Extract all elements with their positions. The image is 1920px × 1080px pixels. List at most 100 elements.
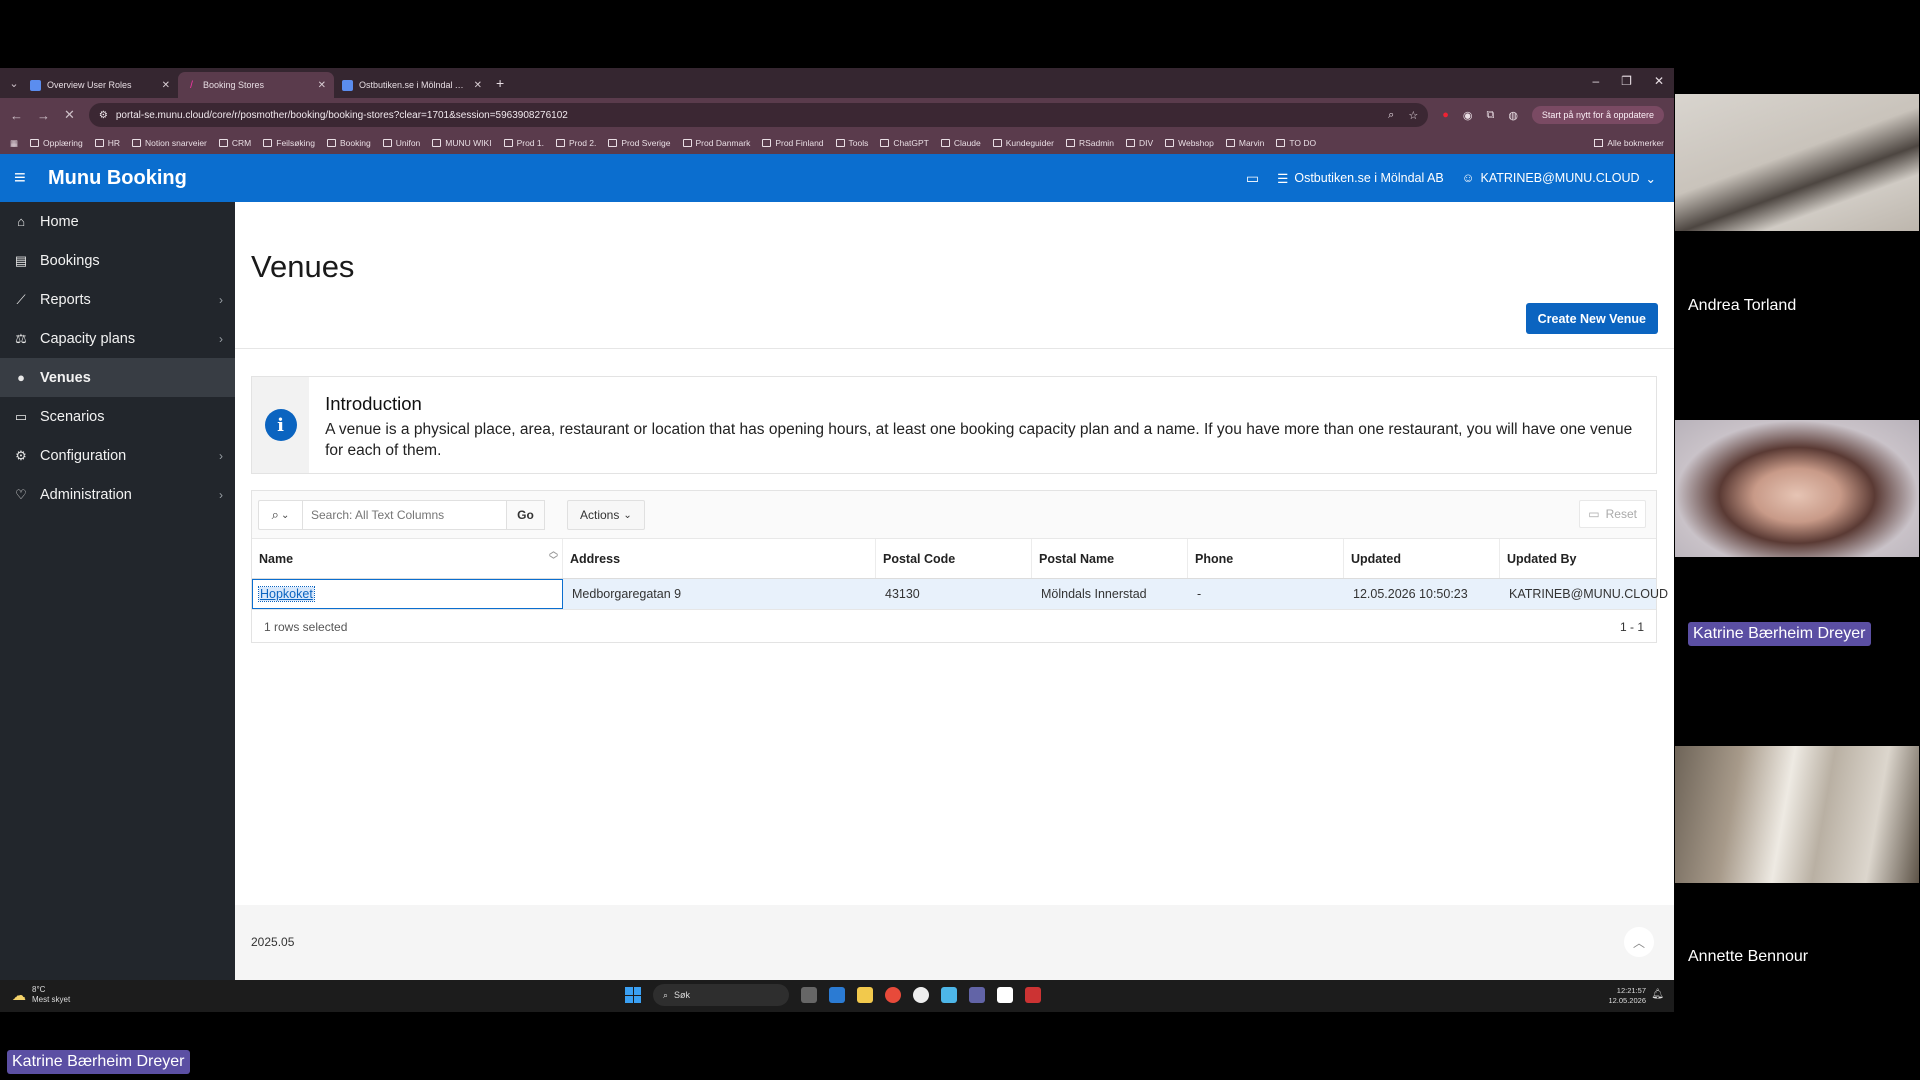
teams-icon[interactable] — [969, 987, 985, 1003]
chevron-down-icon: ⌄ — [623, 509, 632, 521]
close-tab-icon[interactable]: ✕ — [162, 80, 170, 91]
chat-icon[interactable]: ▭ — [1246, 170, 1259, 187]
back-icon[interactable]: ← — [10, 108, 23, 123]
tab-favicon-icon — [342, 79, 353, 91]
bookmark[interactable]: Prod Finland — [762, 138, 824, 148]
taskbar-clock[interactable]: 12:21:57 12.05.2026 — [1608, 986, 1646, 1006]
sidebar-item-capacity-plans[interactable]: ⚖ Capacity plans › — [0, 319, 235, 358]
actions-button[interactable]: Actions ⌄ — [567, 500, 645, 530]
bookmark[interactable]: ChatGPT — [880, 138, 929, 148]
bookmark[interactable]: Tools — [835, 138, 868, 148]
venue-name-link[interactable]: Hopkoket — [258, 586, 315, 602]
close-tab-icon[interactable]: ✕ — [318, 80, 326, 91]
url-field[interactable]: ⚙ portal-se.munu.cloud/core/r/posmother/… — [88, 103, 1429, 127]
sidebar-item-reports[interactable]: ⟋ Reports › — [0, 280, 235, 319]
reset-button[interactable]: ▭ Reset — [1579, 500, 1646, 528]
bookmark[interactable]: Marvin — [1225, 138, 1264, 148]
column-header-postal-code[interactable]: Postal Code — [876, 539, 1032, 578]
new-tab-icon[interactable]: + — [496, 75, 504, 91]
app-title[interactable]: Munu Booking — [48, 167, 187, 190]
bookmark[interactable]: Unifon — [382, 138, 420, 148]
task-view-icon[interactable] — [801, 987, 817, 1003]
browser-tab[interactable]: Ostbutiken.se i Mölndal AB Bo... ✕ — [334, 72, 490, 98]
go-button[interactable]: Go — [507, 500, 545, 530]
column-header-postal-name[interactable]: Postal Name — [1032, 539, 1188, 578]
org-selector[interactable]: ☰ Ostbutiken.se i Mölndal AB — [1277, 171, 1444, 186]
sort-icon[interactable]: ︿ ﹀ — [549, 547, 558, 565]
bookmark[interactable]: Booking — [326, 138, 371, 148]
bookmark[interactable]: Opplæring — [30, 138, 83, 148]
participant-video — [1675, 94, 1919, 231]
report-toolbar: ⌕ ⌄ Go Actions ⌄ ▭ Reset — [252, 491, 1656, 539]
zoom-icon[interactable]: ⌕ — [1388, 109, 1394, 122]
bookmark[interactable]: Webshop — [1165, 138, 1214, 148]
bookmark[interactable]: HR — [94, 138, 120, 148]
bookmark[interactable]: RSadmin — [1065, 138, 1114, 148]
apps-grid-icon[interactable]: ▦ — [10, 138, 18, 149]
chrome-icon[interactable] — [885, 987, 901, 1003]
bookmark[interactable]: Prod 1. — [503, 138, 544, 148]
sidebar-item-venues[interactable]: ● Venues — [0, 358, 235, 397]
bookmark[interactable]: TO DO — [1276, 138, 1316, 148]
puzzle-icon[interactable]: ⧉ — [1486, 109, 1494, 122]
notification-bell-icon[interactable]: 🔔︎ — [1651, 989, 1664, 1000]
browser-tab-active[interactable]: / Booking Stores ✕ — [178, 72, 334, 98]
search-column-button[interactable]: ⌕ ⌄ — [258, 500, 302, 530]
column-header-name[interactable]: Name ︿ ﹀ — [252, 539, 563, 578]
site-info-icon[interactable]: ⚙ — [99, 110, 108, 121]
update-button[interactable]: Start på nytt for å oppdatere — [1531, 106, 1664, 124]
cell-name[interactable]: Hopkoket — [252, 579, 563, 609]
scroll-top-icon[interactable]: ︿ — [1624, 927, 1654, 957]
app-icon[interactable] — [941, 987, 957, 1003]
close-window-icon[interactable]: ✕ — [1654, 74, 1664, 88]
taskbar-search[interactable]: ⌕ Søk — [653, 984, 789, 1006]
restore-icon[interactable]: ❐ — [1621, 74, 1632, 88]
column-header-phone[interactable]: Phone — [1188, 539, 1344, 578]
bookmarks-bar: ▦ Opplæring HR Notion snarveier CRM Feil… — [0, 132, 1674, 154]
bookmark-star-icon[interactable]: ☆ — [1408, 109, 1418, 122]
profile-icon[interactable]: ◍ — [1508, 109, 1518, 122]
app-icon[interactable] — [1025, 987, 1041, 1003]
table-row[interactable]: Hopkoket Medborgaregatan 9 43130 Mölndal… — [252, 579, 1668, 610]
bookmark[interactable]: Prod Danmark — [682, 138, 750, 148]
windows-start-icon[interactable] — [625, 987, 641, 1003]
bookmark[interactable]: Prod Sverige — [608, 138, 671, 148]
forward-icon[interactable]: → — [37, 108, 50, 123]
app-icon[interactable] — [829, 987, 845, 1003]
file-explorer-icon[interactable] — [857, 987, 873, 1003]
bookmark-label: Feilsøking — [276, 138, 315, 148]
chevron-right-icon: › — [219, 487, 223, 502]
bookmark[interactable]: MUNU WIKI — [432, 138, 492, 148]
bookmark[interactable]: DIV — [1125, 138, 1153, 148]
bookmark[interactable]: Notion snarveier — [132, 138, 207, 148]
app-icon[interactable] — [913, 987, 929, 1003]
extension-icon[interactable]: ◉ — [1463, 109, 1473, 122]
stop-loading-icon[interactable]: ✕ — [64, 107, 75, 123]
browser-tab[interactable]: Overview User Roles ✕ — [22, 72, 178, 98]
column-header-updated[interactable]: Updated — [1344, 539, 1500, 578]
column-header-address[interactable]: Address — [563, 539, 876, 578]
all-bookmarks[interactable]: Alle bokmerker — [1594, 138, 1664, 148]
bookmark[interactable]: Kundeguider — [992, 138, 1054, 148]
search-input[interactable] — [302, 500, 507, 530]
create-venue-button[interactable]: Create New Venue — [1525, 303, 1658, 334]
sidebar-item-administration[interactable]: ♡ Administration › — [0, 475, 235, 514]
sidebar-item-configuration[interactable]: ⚙ Configuration › — [0, 436, 235, 475]
search-group: ⌕ ⌄ Go — [258, 500, 545, 530]
sidebar-item-bookings[interactable]: ▤ Bookings — [0, 241, 235, 280]
extension-icon[interactable]: ● — [1442, 109, 1449, 121]
weather-widget[interactable]: ☁ 8°C Mest skyet — [12, 985, 70, 1005]
minimize-icon[interactable]: – — [1592, 74, 1599, 88]
app-icon[interactable] — [997, 987, 1013, 1003]
bookmark[interactable]: CRM — [218, 138, 251, 148]
bookmark[interactable]: Feilsøking — [263, 138, 315, 148]
sidebar-item-home[interactable]: ⌂ Home — [0, 202, 235, 241]
menu-hamburger-icon[interactable]: ≡ — [14, 167, 38, 190]
user-menu[interactable]: ☺ KATRINEB@MUNU.CLOUD ⌄ — [1462, 171, 1656, 186]
column-header-updated-by[interactable]: Updated By — [1500, 539, 1656, 578]
tab-search-icon[interactable]: ⌄ — [6, 75, 22, 91]
bookmark[interactable]: Claude — [940, 138, 981, 148]
bookmark[interactable]: Prod 2. — [555, 138, 596, 148]
sidebar-item-scenarios[interactable]: ▭ Scenarios — [0, 397, 235, 436]
close-tab-icon[interactable]: ✕ — [474, 80, 482, 91]
